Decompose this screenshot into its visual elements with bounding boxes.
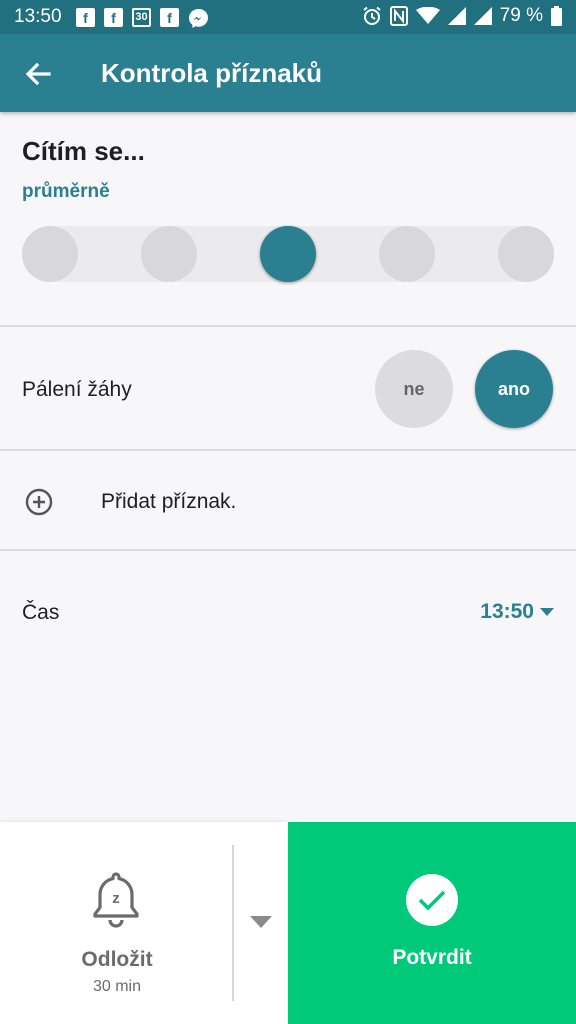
feeling-scale-option[interactable] bbox=[498, 226, 554, 282]
divider bbox=[0, 325, 576, 327]
messenger-icon bbox=[189, 9, 208, 28]
status-icons-right: 79 % bbox=[362, 5, 562, 27]
status-bar: 13:50 f f 30 f 79 % bbox=[0, 0, 576, 34]
wifi-icon bbox=[415, 7, 440, 24]
feeling-scale-option[interactable] bbox=[141, 226, 197, 282]
symptom-label: Pálení žáhy bbox=[22, 378, 132, 401]
feeling-scale-option[interactable] bbox=[379, 226, 435, 282]
feeling-scale-option[interactable] bbox=[22, 226, 78, 282]
notification-icons: f f 30 f bbox=[76, 8, 209, 29]
symptom-no-button[interactable]: ne bbox=[375, 350, 453, 428]
symptom-yes-label: ano bbox=[497, 378, 530, 399]
calendar-icon: 30 bbox=[132, 8, 151, 27]
facebook-icon: f bbox=[160, 8, 179, 27]
signal-icon bbox=[473, 7, 492, 25]
caret-down-icon bbox=[540, 608, 554, 616]
back-arrow-icon[interactable] bbox=[22, 58, 54, 90]
snooze-duration: 30 min bbox=[92, 978, 142, 995]
time-picker[interactable]: 13:50 bbox=[480, 600, 554, 624]
symptom-yes-button[interactable]: ano bbox=[475, 350, 553, 428]
time-value: 13:50 bbox=[480, 600, 534, 623]
divider bbox=[0, 449, 576, 451]
time-label: Čas bbox=[22, 601, 60, 624]
vertical-divider bbox=[232, 845, 234, 1001]
symptom-no-label: ne bbox=[403, 378, 425, 399]
divider bbox=[0, 549, 576, 551]
nfc-icon bbox=[389, 6, 408, 26]
add-circle-icon[interactable] bbox=[25, 488, 53, 516]
svg-text:z: z bbox=[112, 890, 120, 907]
confirm-label: Potvrdit bbox=[392, 946, 472, 969]
page-title: Kontrola příznaků bbox=[101, 58, 323, 88]
signal-icon bbox=[447, 7, 466, 25]
bell-snooze-icon: z bbox=[93, 872, 139, 928]
feeling-value: průměrně bbox=[22, 181, 110, 202]
facebook-icon: f bbox=[76, 8, 95, 27]
facebook-icon: f bbox=[104, 8, 123, 27]
check-circle-icon bbox=[406, 874, 458, 926]
battery-icon bbox=[551, 6, 562, 26]
snooze-options-dropdown-icon[interactable] bbox=[250, 916, 272, 928]
snooze-label: Odložit bbox=[81, 948, 153, 971]
app-bar: Kontrola příznaků bbox=[0, 34, 576, 112]
add-symptom-button[interactable]: Přidat příznak. bbox=[101, 490, 236, 514]
feeling-scale-option-selected[interactable] bbox=[260, 226, 316, 282]
feeling-heading: Cítím se... bbox=[22, 136, 145, 166]
battery-percent: 79 % bbox=[499, 5, 543, 26]
alarm-icon bbox=[363, 6, 381, 25]
status-time: 13:50 bbox=[14, 6, 62, 27]
